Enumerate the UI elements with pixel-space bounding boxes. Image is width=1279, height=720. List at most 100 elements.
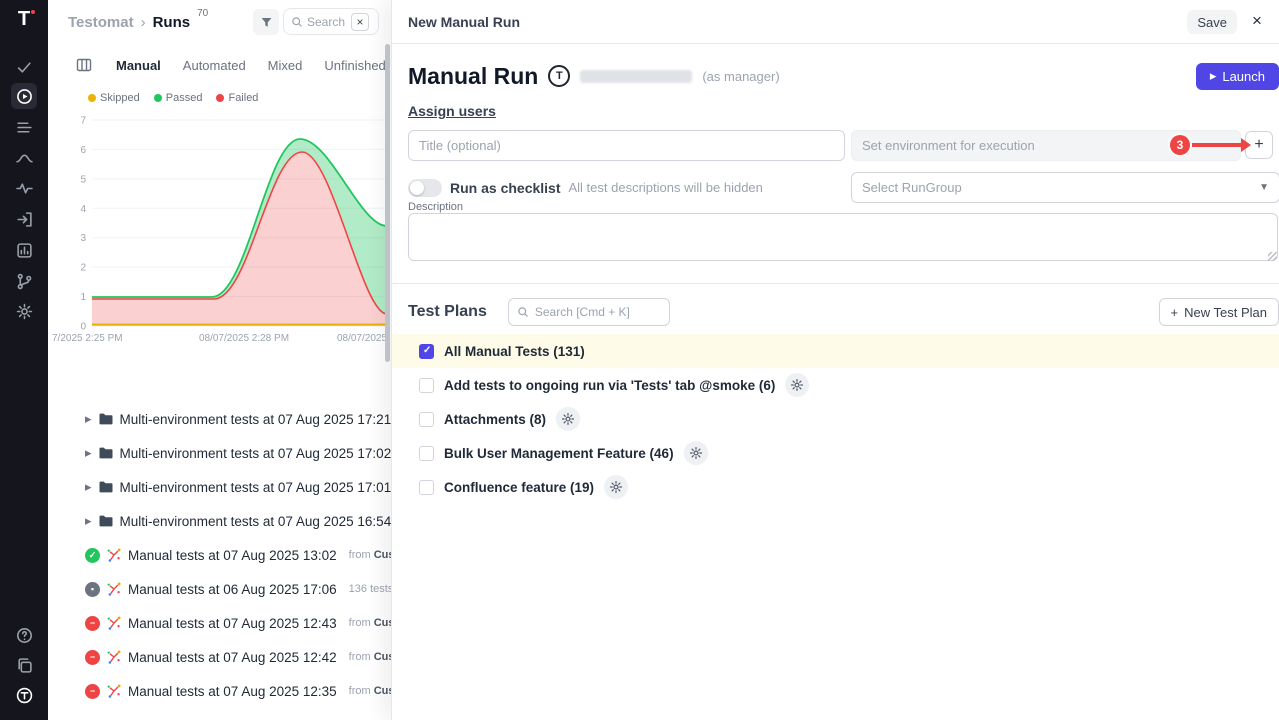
app-logo-icon[interactable]: T: [0, 8, 48, 31]
test-plan-settings-button[interactable]: [785, 373, 809, 397]
folder-icon: [98, 479, 114, 495]
tab-manual[interactable]: Manual: [116, 58, 161, 73]
test-plan-row[interactable]: Add tests to ongoing run via 'Tests' tab…: [392, 368, 1279, 402]
gear-icon: [561, 412, 575, 426]
run-label[interactable]: Multi-environment tests at 07 Aug 2025 1…: [120, 480, 392, 495]
test-plan-row[interactable]: All Manual Tests (131): [392, 334, 1279, 368]
svg-text:5: 5: [80, 174, 86, 185]
test-plan-row[interactable]: Confluence feature (19): [392, 470, 1279, 504]
firework-icon: [106, 615, 122, 631]
manager-note: (as manager): [702, 69, 779, 84]
branch-icon[interactable]: [11, 268, 37, 294]
new-manual-run-drawer: New Manual Run Save × Manual Run T (as m…: [391, 0, 1279, 720]
play-icon: ▸: [1210, 68, 1217, 84]
drawer-header: New Manual Run Save ×: [392, 0, 1279, 44]
chevron-right-icon[interactable]: ▸: [85, 513, 92, 529]
test-plan-label[interactable]: All Manual Tests (131): [444, 344, 585, 359]
run-row[interactable]: ▪ Manual tests at 06 Aug 2025 17:06 136 …: [48, 572, 391, 606]
description-label: Description: [408, 201, 463, 213]
run-title-input[interactable]: [408, 130, 845, 161]
run-label[interactable]: Manual tests at 06 Aug 2025 17:06: [128, 582, 337, 597]
test-plan-row[interactable]: Attachments (8): [392, 402, 1279, 436]
chevron-right-icon[interactable]: ▸: [85, 411, 92, 427]
runs-play-icon[interactable]: [11, 83, 37, 109]
checkbox-checked[interactable]: [419, 344, 434, 359]
checkbox[interactable]: [419, 412, 434, 427]
runs-area-chart: 7 6 5 4 3 2 1 0 7/2025 2:25 PM 08/07/202…: [52, 114, 387, 344]
copy-icon[interactable]: [11, 652, 37, 678]
chart-legend: Skipped Passed Failed: [88, 92, 258, 104]
chevron-right-icon[interactable]: ▸: [85, 445, 92, 461]
run-label[interactable]: Manual tests at 07 Aug 2025 12:42: [128, 650, 337, 665]
checkbox[interactable]: [419, 446, 434, 461]
test-plans-search-input[interactable]: [535, 305, 645, 319]
run-folder-row[interactable]: ▸ Multi-environment tests at 07 Aug 2025…: [48, 436, 391, 470]
rungroup-select[interactable]: Select RunGroup ▼: [851, 172, 1279, 203]
test-plan-settings-button[interactable]: [556, 407, 580, 431]
search-clear-button[interactable]: ×: [351, 13, 369, 31]
legend-failed: Failed: [216, 92, 258, 104]
import-icon[interactable]: [11, 206, 37, 232]
checkbox[interactable]: [419, 378, 434, 393]
run-label[interactable]: Multi-environment tests at 07 Aug 2025 1…: [120, 412, 392, 427]
chevron-down-icon: ▼: [1259, 182, 1269, 193]
failed-dot-icon: [216, 94, 224, 102]
app-rail: T: [0, 0, 48, 720]
checkbox[interactable]: [419, 480, 434, 495]
pulse-icon[interactable]: [11, 175, 37, 201]
help-icon[interactable]: [11, 622, 37, 648]
chevron-right-icon[interactable]: ▸: [85, 479, 92, 495]
run-folder-row[interactable]: ▸ Multi-environment tests at 07 Aug 2025…: [48, 402, 391, 436]
tab-automated[interactable]: Automated: [183, 58, 246, 73]
run-row[interactable]: ✓ Manual tests at 07 Aug 2025 13:02 from…: [48, 538, 391, 572]
breadcrumb-app[interactable]: Testomat: [68, 14, 134, 31]
panel-scrollbar[interactable]: [385, 44, 390, 362]
description-textarea[interactable]: [408, 213, 1278, 261]
run-label[interactable]: Multi-environment tests at 07 Aug 2025 1…: [120, 514, 392, 529]
settings-gear-icon[interactable]: [11, 298, 37, 324]
new-test-plan-button[interactable]: +New Test Plan: [1159, 298, 1279, 326]
test-plan-settings-button[interactable]: [684, 441, 708, 465]
run-row[interactable]: − Manual tests at 07 Aug 2025 12:43 from…: [48, 606, 391, 640]
assignee-avatar[interactable]: T: [548, 65, 570, 87]
skipped-dot-icon: [88, 94, 96, 102]
run-row[interactable]: − Manual tests at 07 Aug 2025 12:42 from…: [48, 640, 391, 674]
runs-panel: Testomat › Runs 70 × Manual Automated Mi…: [48, 0, 391, 720]
runs-search-input[interactable]: [307, 15, 347, 29]
test-plan-label[interactable]: Add tests to ongoing run via 'Tests' tab…: [444, 378, 775, 393]
legend-passed: Passed: [154, 92, 203, 104]
report-chart-icon[interactable]: [11, 237, 37, 263]
test-plan-label[interactable]: Bulk User Management Feature (46): [444, 446, 674, 461]
runs-search[interactable]: ×: [283, 8, 379, 35]
test-plan-settings-button[interactable]: [604, 475, 628, 499]
test-plan-label[interactable]: Confluence feature (19): [444, 480, 594, 495]
checklist-toggle[interactable]: [408, 179, 442, 197]
firework-icon: [106, 581, 122, 597]
status-passed-icon: ✓: [85, 548, 100, 563]
assignee-name-redacted: [580, 70, 692, 83]
tab-unfinished[interactable]: Unfinished: [324, 58, 385, 73]
tab-mixed[interactable]: Mixed: [268, 58, 303, 73]
test-plan-row[interactable]: Bulk User Management Feature (46): [392, 436, 1279, 470]
analytics-wave-icon[interactable]: [11, 145, 37, 171]
run-label[interactable]: Multi-environment tests at 07 Aug 2025 1…: [120, 446, 392, 461]
run-folder-row[interactable]: ▸ Multi-environment tests at 07 Aug 2025…: [48, 470, 391, 504]
profile-logo-icon[interactable]: [11, 682, 37, 708]
search-icon: [517, 306, 529, 318]
tasks-check-icon[interactable]: [11, 54, 37, 80]
run-label[interactable]: Manual tests at 07 Aug 2025 12:35: [128, 684, 337, 699]
close-icon[interactable]: ×: [1245, 9, 1269, 33]
run-row[interactable]: − Manual tests at 07 Aug 2025 12:35 from…: [48, 674, 391, 708]
test-plans-search[interactable]: [508, 298, 670, 326]
breadcrumb-separator: ›: [141, 14, 146, 31]
run-folder-row[interactable]: ▸ Multi-environment tests at 07 Aug 2025…: [48, 504, 391, 538]
run-label[interactable]: Manual tests at 07 Aug 2025 12:43: [128, 616, 337, 631]
test-list-icon[interactable]: [11, 114, 37, 140]
run-label[interactable]: Manual tests at 07 Aug 2025 13:02: [128, 548, 337, 563]
save-button[interactable]: Save: [1187, 10, 1237, 34]
launch-button[interactable]: ▸Launch: [1196, 63, 1279, 90]
test-plan-label[interactable]: Attachments (8): [444, 412, 546, 427]
filter-button[interactable]: [253, 9, 279, 35]
assign-users-link[interactable]: Assign users: [408, 103, 496, 119]
breadcrumb-section[interactable]: Runs: [153, 14, 191, 31]
